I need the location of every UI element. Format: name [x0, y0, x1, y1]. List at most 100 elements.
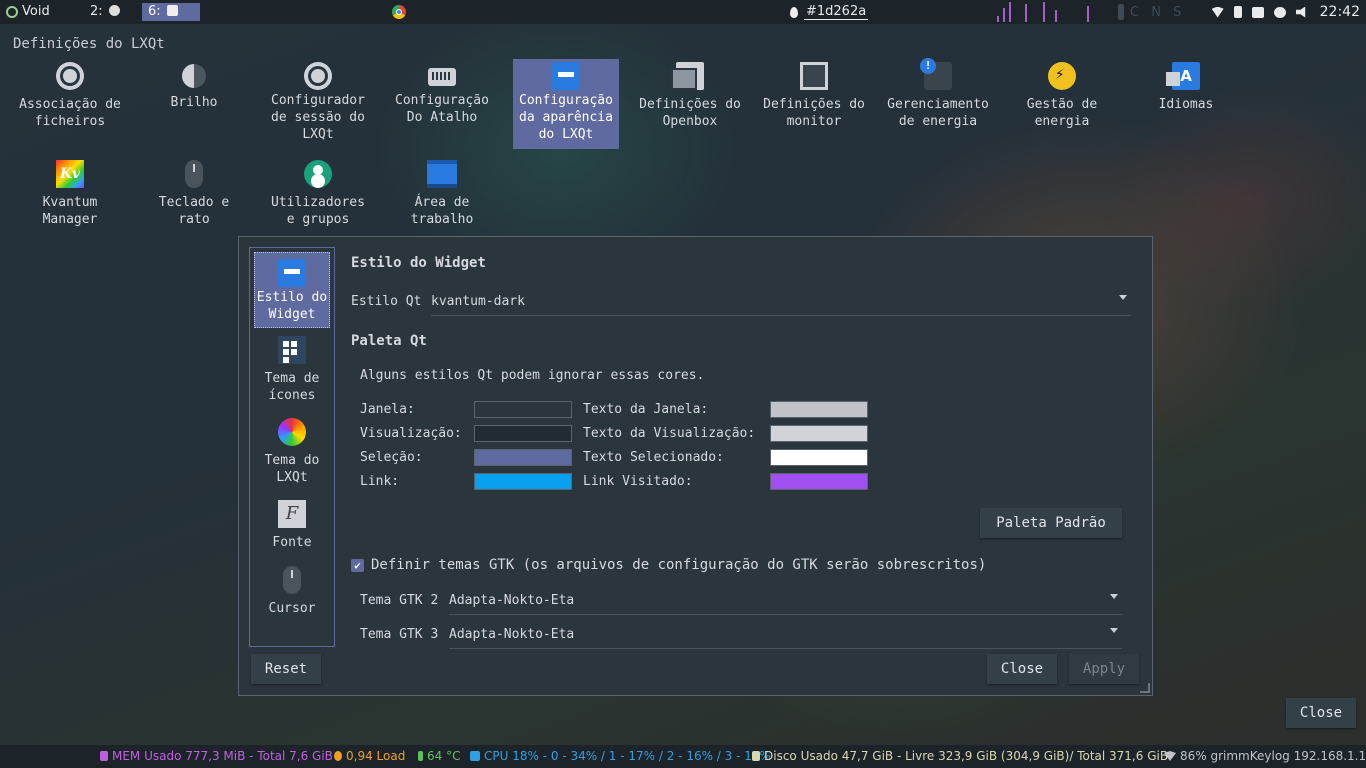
- void-label: Void: [22, 4, 50, 19]
- color-picker[interactable]: #1d262a: [790, 4, 869, 20]
- workspace-6[interactable]: 6:: [142, 3, 200, 21]
- view-color-swatch[interactable]: [474, 425, 572, 442]
- widget-style-icon: [278, 259, 306, 287]
- keyboard-locks: C N S: [1118, 4, 1185, 20]
- app-brilho[interactable]: Brilho: [140, 62, 248, 111]
- apply-button[interactable]: Apply: [1069, 654, 1139, 684]
- app-configuracao-aparencia[interactable]: Configuração da aparência do LXQt: [513, 59, 619, 149]
- void-menu[interactable]: Void: [6, 4, 50, 19]
- reset-button[interactable]: Reset: [251, 654, 321, 684]
- gtk3-theme-select[interactable]: Adapta-Nokto-Eta: [449, 622, 1122, 649]
- sidebar-item-label: Estilo do Widget: [256, 290, 328, 322]
- app-label: Configurador de sessão do LXQt: [271, 93, 365, 142]
- gtk2-theme-select[interactable]: Adapta-Nokto-Eta: [449, 588, 1122, 615]
- cpu-status: CPU 18% - 0 - 34% / 1 - 17% / 2 - 16% / …: [470, 749, 771, 763]
- lxqt-theme-icon: [278, 418, 306, 446]
- visited-link-color-swatch[interactable]: [770, 473, 868, 490]
- app-kvantum-manager[interactable]: Kv Kvantum Manager: [16, 160, 124, 228]
- settings-close-button[interactable]: Close: [1286, 698, 1356, 728]
- app-utilizadores-grupos[interactable]: Utilizadores e grupos: [264, 160, 372, 228]
- chrome-small-icon: [108, 5, 120, 16]
- workspace-2-label: 2:: [90, 4, 103, 19]
- chevron-down-icon: [1110, 628, 1118, 633]
- chat-icon[interactable]: [1251, 6, 1264, 18]
- sidebar-item-cursor[interactable]: Cursor: [254, 566, 330, 617]
- lock-indicator-icon: [1118, 4, 1124, 20]
- icon-theme-icon: [278, 336, 306, 364]
- power-icon[interactable]: [1273, 6, 1286, 18]
- selected-text-color-swatch[interactable]: [770, 449, 868, 466]
- palette-title: Paleta Qt: [351, 333, 427, 349]
- chrome-icon[interactable]: [392, 5, 406, 19]
- gear-icon: [56, 62, 84, 90]
- window-title: Definições do LXQt: [13, 36, 165, 52]
- power-management-icon: [920, 58, 952, 90]
- sidebar-item-widget-style[interactable]: Estilo do Widget: [254, 252, 330, 328]
- sidebar-item-label: Cursor: [268, 601, 316, 616]
- chevron-down-icon: [1119, 295, 1127, 300]
- view-color-label: Visualização:: [360, 426, 462, 441]
- net-text: 86% grimmKeylog 192.168.1.110: [1180, 749, 1366, 763]
- resize-grip-icon[interactable]: [1140, 683, 1150, 693]
- cpu-text: CPU 18% - 0 - 34% / 1 - 17% / 2 - 16% / …: [484, 749, 771, 763]
- app-associacao-ficheiros[interactable]: Associação de ficheiros: [16, 62, 124, 130]
- app-teclado-rato[interactable]: Teclado e rato: [140, 160, 248, 228]
- app-configuracao-atalho[interactable]: Configuração Do Atalho: [388, 62, 496, 126]
- link-color-swatch[interactable]: [474, 473, 572, 490]
- app-definicoes-monitor[interactable]: Definições do monitor: [760, 62, 868, 130]
- workspace-6-label: 6:: [148, 4, 161, 19]
- language-icon: A: [1166, 62, 1200, 90]
- mouse-icon: [185, 160, 203, 188]
- bottom-status-bar: MEM Usado 777,3 MiB - Total 7,6 GiB 0,94…: [0, 745, 1366, 768]
- app-area-trabalho[interactable]: Área de trabalho: [388, 160, 496, 228]
- app-label: Definições do monitor: [763, 97, 865, 129]
- sidebar-item-lxqt-theme[interactable]: Tema do LXQt: [254, 418, 330, 486]
- gtk-themes-checkbox[interactable]: ✔: [351, 559, 364, 572]
- window-color-swatch[interactable]: [474, 401, 572, 418]
- app-definicoes-openbox[interactable]: Definições do Openbox: [636, 62, 744, 130]
- app-gerenciamento-energia[interactable]: Gerenciamento de energia: [884, 58, 992, 130]
- link-color-label: Link:: [360, 474, 400, 489]
- selection-color-swatch[interactable]: [474, 449, 572, 466]
- window-color-label: Janela:: [360, 402, 415, 417]
- thermometer-icon: [418, 751, 423, 761]
- chevron-down-icon: [1110, 594, 1118, 599]
- app-configurador-sessao[interactable]: Configurador de sessão do LXQt: [264, 62, 372, 143]
- app-gestao-energia[interactable]: Gestão de energia: [1008, 62, 1116, 130]
- disk-status: Disco Usado 47,7 GiB - Livre 323,9 GiB (…: [752, 749, 1168, 763]
- void-logo-icon: [6, 5, 18, 18]
- sidebar-item-font[interactable]: F Fonte: [254, 500, 330, 551]
- widget-style-page: Estilo do Widget Estilo Qt kvantum-dark …: [351, 237, 1141, 657]
- users-icon: [304, 160, 332, 188]
- activity-graph: [995, 2, 1095, 22]
- qt-style-select[interactable]: kvantum-dark: [431, 289, 1131, 316]
- gtk2-label: Tema GTK 2: [360, 593, 439, 608]
- battery-icon[interactable]: [1233, 6, 1242, 18]
- qt-style-label: Estilo Qt: [351, 294, 422, 309]
- appearance-dialog: Estilo do Widget Tema de ícones Tema do …: [238, 236, 1153, 696]
- app-label: Kvantum Manager: [42, 195, 98, 227]
- appearance-icon: [552, 62, 580, 90]
- cns-text: C N S: [1130, 4, 1186, 20]
- app-idiomas[interactable]: A Idiomas: [1132, 62, 1240, 113]
- mem-status: MEM Usado 777,3 MiB - Total 7,6 GiB: [100, 749, 333, 763]
- wifi-icon[interactable]: [1211, 6, 1224, 18]
- kvantum-icon: Kv: [56, 160, 84, 188]
- app-label: Configuração da aparência do LXQt: [519, 93, 613, 142]
- widget-style-title: Estilo do Widget: [351, 255, 486, 271]
- app-label: Teclado e rato: [158, 195, 230, 227]
- default-palette-button[interactable]: Paleta Padrão: [980, 508, 1122, 538]
- load-status: 0,94 Load: [334, 749, 405, 763]
- load-text: 0,94 Load: [346, 749, 406, 763]
- sidebar-item-icon-theme[interactable]: Tema de ícones: [254, 336, 330, 404]
- window-text-color-label: Texto da Janela:: [583, 402, 709, 417]
- clock[interactable]: 22:42: [1320, 4, 1360, 20]
- volume-icon[interactable]: [1295, 6, 1306, 18]
- wifi-small-icon: [1164, 751, 1176, 761]
- view-text-color-swatch[interactable]: [770, 425, 868, 442]
- visited-link-color-label: Link Visitado:: [583, 474, 693, 489]
- workspace-2[interactable]: 2:: [84, 3, 126, 21]
- close-button[interactable]: Close: [987, 654, 1057, 684]
- temp-status: 64 °C: [418, 749, 460, 763]
- window-text-color-swatch[interactable]: [770, 401, 868, 418]
